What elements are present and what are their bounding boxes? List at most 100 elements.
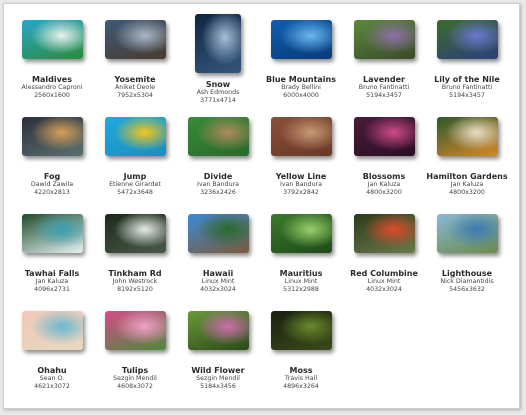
wallpaper-author: Sezgin Mendil	[196, 375, 240, 382]
wallpaper-author: Aniket Deole	[114, 84, 155, 91]
wallpaper-name: Mauritius	[279, 269, 323, 278]
snow-thumbnail[interactable]	[195, 14, 241, 73]
wallpaper-name: Ohahu	[37, 366, 67, 375]
wallpaper-author: Linux Mint	[284, 278, 318, 285]
wallpaper-author: Linux Mint	[201, 278, 235, 285]
wallpaper-name: Yosemite	[114, 75, 156, 84]
wallpaper-resolution: 5194x3457	[449, 92, 485, 99]
wallpaper-item[interactable]: Blossoms Jan Kaluza 4800x3200	[342, 111, 426, 207]
wallpaper-name: Blue Mountains	[265, 75, 336, 84]
wallpaper-author: Linux Mint	[367, 278, 401, 285]
sunset-beach-thumbnail[interactable]	[21, 311, 83, 350]
wallpaper-author: Brady Bellini	[281, 84, 321, 91]
wallpaper-resolution: 4032x3024	[366, 286, 402, 293]
wallpaper-author: Etienne Girardet	[109, 181, 161, 188]
wallpaper-item[interactable]: Tawhai Falls Jan Kaluza 4096x2731	[10, 208, 94, 304]
wallpaper-author: Jan Kaluza	[367, 181, 401, 188]
wallpaper-item[interactable]: Mauritius Linux Mint 5312x2988	[259, 208, 343, 304]
wallpaper-item[interactable]: Divide Ivan Bandura 3236x2426	[176, 111, 260, 207]
wallpaper-resolution: 2560x1600	[34, 92, 70, 99]
foliage-thumbnail[interactable]	[270, 214, 332, 253]
wallpaper-item[interactable]: Moss Travis Hall 4896x3264	[259, 305, 343, 401]
wallpaper-name: Moss	[289, 366, 313, 375]
wallpaper-grid: Maldives Alessandro Caproni 2560x1600 Yosem…	[10, 14, 514, 404]
wallpaper-name: Blossoms	[362, 172, 406, 181]
wallpaper-item[interactable]: Lily of the Nile Bruno Fantinatti 5194x345…	[425, 14, 509, 110]
wallpaper-item[interactable]: Yellow Line Ivan Bandura 3792x2842	[259, 111, 343, 207]
wallpaper-item[interactable]: Blue Mountains Brady Bellini 6000x4000	[259, 14, 343, 110]
yellow-line-thumbnail[interactable]	[270, 117, 332, 156]
lily-thumbnail[interactable]	[436, 20, 498, 59]
wallpaper-name: Red Columbine	[350, 269, 418, 278]
columbine-thumbnail[interactable]	[353, 214, 415, 253]
wallpaper-item[interactable]: Tulips Sezgin Mendil 4608x3072	[93, 305, 177, 401]
wallpaper-name: Hamilton Gardens	[426, 172, 508, 181]
wallpaper-resolution: 4096x2731	[34, 286, 70, 293]
valley-thumbnail[interactable]	[104, 20, 166, 59]
tree-thumbnail[interactable]	[187, 214, 249, 253]
moss-thumbnail[interactable]	[270, 311, 332, 350]
wallpaper-item[interactable]: Maldives Alessandro Caproni 2560x1600	[10, 14, 94, 110]
wallpaper-name: Tawhai Falls	[24, 269, 80, 278]
tulips-thumbnail[interactable]	[104, 311, 166, 350]
wallpaper-item[interactable]: Snow Ash Edmonds 3771x4714	[176, 14, 260, 110]
wallpaper-item[interactable]: Wild Flower Sezgin Mendil 5184x3456	[176, 305, 260, 401]
wallpaper-name: Hawaii	[202, 269, 234, 278]
divide-thumbnail[interactable]	[187, 117, 249, 156]
wallpaper-resolution: 4608x3072	[117, 383, 153, 390]
wallpaper-item[interactable]: Lighthouse Nick Diamantidis 5456x3632	[425, 208, 509, 304]
wallpaper-name: Lily of the Nile	[434, 75, 500, 84]
wallpaper-author: Ivan Bandura	[279, 181, 323, 188]
wallpaper-name: Tulips	[121, 366, 149, 375]
wallpaper-author: Bruno Fantinatti	[441, 84, 493, 91]
wallpaper-name: Fog	[43, 172, 61, 181]
wallpaper-name: Lavender	[363, 75, 405, 84]
wallpaper-item[interactable]: Lavender Bruno Fantinatti 5194x3457	[342, 14, 426, 110]
wallpaper-name: Jump	[123, 172, 147, 181]
wallpaper-resolution: 3236x2426	[200, 189, 236, 196]
blossoms-thumbnail[interactable]	[353, 117, 415, 156]
wallpaper-name: Wild Flower	[191, 366, 245, 375]
wallpaper-resolution: 6000x4000	[283, 92, 319, 99]
wallpaper-resolution: 4800x3200	[366, 189, 402, 196]
wallpaper-author: Travis Hall	[284, 375, 318, 382]
wallpaper-item[interactable]: Jump Etienne Girardet 5472x3648	[93, 111, 177, 207]
waterfall-thumbnail[interactable]	[21, 214, 83, 253]
forest-road-thumbnail[interactable]	[104, 214, 166, 253]
wallpaper-resolution: 5194x3457	[366, 92, 402, 99]
jump-thumbnail[interactable]	[104, 117, 166, 156]
wallpaper-item[interactable]: Fog Dawid Zawila 4220x2813	[10, 111, 94, 207]
fog-thumbnail[interactable]	[21, 117, 83, 156]
wallpaper-resolution: 5472x3648	[117, 189, 153, 196]
wallpaper-resolution: 5456x3632	[449, 286, 485, 293]
wallpaper-resolution: 3771x4714	[200, 97, 236, 104]
wallpaper-resolution: 7952x5304	[117, 92, 153, 99]
wallpaper-item[interactable]: Ohahu Sean O. 4621x3072	[10, 305, 94, 401]
wallpaper-item[interactable]: Red Columbine Linux Mint 4032x3024	[342, 208, 426, 304]
wallpaper-author: Dawid Zawila	[30, 181, 74, 188]
beach-thumbnail[interactable]	[21, 20, 83, 59]
wallpaper-item[interactable]: Tinkham Rd John Westrock 8192x5120	[93, 208, 177, 304]
wallpaper-resolution: 4896x3264	[283, 383, 319, 390]
wallpaper-author: Nick Diamantidis	[440, 278, 494, 285]
lighthouse-thumbnail[interactable]	[436, 214, 498, 253]
wallpaper-author: Ash Edmonds	[196, 89, 240, 96]
wallpaper-author: John Westrock	[112, 278, 158, 285]
wallpaper-item[interactable]: Yosemite Aniket Deole 7952x5304	[93, 14, 177, 110]
wallpaper-resolution: 5312x2988	[283, 286, 319, 293]
wildflower-thumbnail[interactable]	[187, 311, 249, 350]
garden-thumbnail[interactable]	[436, 117, 498, 156]
wallpaper-resolution: 4800x3200	[449, 189, 485, 196]
mountains-thumbnail[interactable]	[270, 20, 332, 59]
wallpaper-author: Sezgin Mendil	[113, 375, 157, 382]
wallpaper-author: Ivan Bandura	[196, 181, 240, 188]
wallpaper-author: Sean O.	[39, 375, 65, 382]
wallpaper-resolution: 4220x2813	[34, 189, 70, 196]
wallpaper-resolution: 4621x3072	[34, 383, 70, 390]
lavender-thumbnail[interactable]	[353, 20, 415, 59]
wallpaper-item[interactable]: Hamilton Gardens Jan Kaluza 4800x3200	[425, 111, 509, 207]
wallpaper-item[interactable]: Hawaii Linux Mint 4032x3024	[176, 208, 260, 304]
wallpaper-author: Jan Kaluza	[450, 181, 484, 188]
wallpaper-name: Lighthouse	[441, 269, 493, 278]
wallpaper-author: Jan Kaluza	[35, 278, 69, 285]
